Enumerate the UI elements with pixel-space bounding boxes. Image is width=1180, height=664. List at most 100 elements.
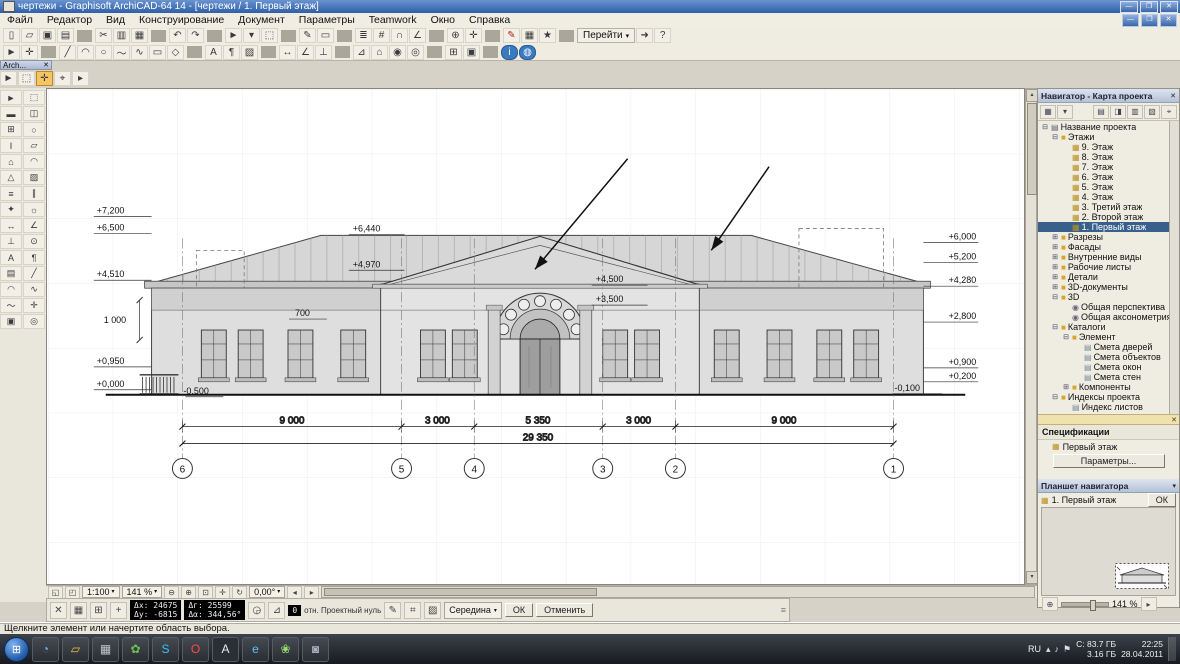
canvas-horizontal-scrollbar[interactable] [321, 586, 1035, 598]
level-dimension-icon[interactable]: ⊥ [315, 44, 332, 60]
tree-expander-icon[interactable]: ⊟ [1051, 133, 1059, 141]
nav-elevations[interactable]: ⊞ ■ Фасады [1038, 242, 1179, 252]
tree-expander-icon[interactable]: ⊟ [1051, 323, 1059, 331]
zoom-out-icon[interactable]: ⊖ [164, 585, 180, 599]
tool-window[interactable]: ⊞ [0, 122, 22, 137]
section-icon[interactable]: ⊿ [353, 44, 370, 60]
nav-axonometry[interactable]: ◉ Общая аксонометрия [1038, 312, 1179, 322]
tree-expander-icon[interactable]: ⊟ [1041, 123, 1049, 131]
tree-expander-icon[interactable]: ⊞ [1051, 283, 1059, 291]
taskbar-skype[interactable]: S [152, 636, 179, 662]
mdi-restore-button[interactable]: ❐ [1141, 14, 1158, 27]
paste-icon[interactable]: ▦ [131, 28, 148, 43]
menu-options[interactable]: Параметры [292, 14, 362, 26]
circle-icon[interactable]: ○ [95, 44, 112, 60]
markup-pen-icon[interactable]: ✎ [503, 28, 520, 43]
preview-current-item[interactable]: ▦ 1. Первый этаж ОК [1038, 493, 1179, 507]
tray-network-icon[interactable]: ⚑ [1063, 644, 1071, 655]
scrollbar-thumb[interactable] [324, 588, 597, 596]
taskbar-app-blue[interactable]: ◔ [32, 636, 59, 662]
orientation-selector[interactable]: 0,00° ▾ [249, 586, 286, 598]
tool-line[interactable]: ╱ [23, 266, 45, 281]
project-dropdown-icon[interactable]: ▾ [1057, 104, 1073, 119]
tool-shell[interactable]: ◠ [23, 154, 45, 169]
menu-window[interactable]: Окно [424, 14, 462, 26]
nav-story-1[interactable]: ▦ 1. Первый этаж [1038, 222, 1179, 232]
zoom-slider[interactable] [1061, 599, 1109, 611]
zoom-icon[interactable]: ⊕ [447, 28, 464, 43]
nav-element[interactable]: ⊟ ■ Элемент [1038, 332, 1179, 342]
publisher-icon[interactable]: ▧ [1144, 104, 1160, 119]
tree-expander-icon[interactable]: ⊞ [1062, 383, 1070, 391]
tool-beam[interactable]: Ι [0, 138, 22, 153]
pane-tabs-icon[interactable]: ◰ [65, 585, 80, 599]
hotspot-icon[interactable]: ✛ [21, 44, 38, 60]
next-view-icon[interactable]: ▸ [304, 585, 320, 599]
guideline-icon[interactable]: ∠ [409, 28, 426, 43]
nav-story-3[interactable]: ▦ 3. Третий этаж [1038, 202, 1179, 212]
taskbar-opera[interactable]: O [182, 636, 209, 662]
tool-arrow[interactable]: ► [0, 90, 22, 105]
dimension-icon[interactable]: ↔ [279, 44, 296, 60]
arrow-dropdown-icon[interactable]: ▾ [243, 28, 260, 43]
tool-angle-dimension[interactable]: ∠ [23, 218, 45, 233]
tree-expander-icon[interactable]: ⊞ [1051, 263, 1059, 271]
snap-grid-icon[interactable]: ⌗ [404, 601, 422, 619]
nav-story-8[interactable]: ▦ 8. Этаж [1038, 152, 1179, 162]
language-indicator[interactable]: RU [1028, 644, 1041, 654]
tree-scrollbar[interactable] [1169, 121, 1179, 414]
angle-dimension-icon[interactable]: ∠ [297, 44, 314, 60]
quick-select-icon[interactable]: ✛ [36, 71, 53, 86]
compass-icon[interactable]: ⊿ [268, 601, 286, 619]
taskbar-app-flower[interactable]: ✿ [122, 636, 149, 662]
pan-icon[interactable]: ✛ [215, 585, 231, 599]
taskbar-folder[interactable]: ▱ [62, 636, 89, 662]
show-desktop-button[interactable] [1168, 637, 1176, 661]
tool-wall[interactable]: ▬ [0, 106, 22, 121]
nav-perspective[interactable]: ◉ Общая перспектива [1038, 302, 1179, 312]
schedule-icon[interactable]: ▦ [521, 28, 538, 43]
tool-fill[interactable]: ▤ [0, 266, 22, 281]
close-tracker-icon[interactable]: ✕ [50, 601, 67, 619]
tool-figure[interactable]: ▣ [0, 314, 22, 329]
fit-in-window-icon[interactable]: ⊡ [198, 585, 214, 599]
close-icon[interactable]: ✕ [43, 61, 49, 69]
layers-icon[interactable]: ≣ [355, 28, 372, 43]
nav-story-9[interactable]: ▦ 9. Этаж [1038, 142, 1179, 152]
nav-story-4[interactable]: ▦ 4. Этаж [1038, 192, 1179, 202]
nav-door-schedule[interactable]: ▤ Смета дверей [1038, 342, 1179, 352]
tree-expander-icon[interactable]: ⊞ [1051, 253, 1059, 261]
tree-expander-icon[interactable]: ⊟ [1051, 293, 1059, 301]
tool-level-dimension[interactable]: ⊥ [0, 234, 22, 249]
column-grid-icon[interactable]: ⊞ [445, 44, 462, 60]
select-icon[interactable]: ► [3, 44, 20, 60]
zoom-lens-icon[interactable]: ⊕ [1042, 597, 1058, 611]
maximize-button[interactable]: ❐ [1140, 0, 1158, 13]
label-icon[interactable]: ¶ [223, 44, 240, 60]
arrow-tool-icon[interactable]: ► [225, 28, 242, 43]
new-icon[interactable]: ▯ [3, 28, 20, 43]
prev-view-icon[interactable]: ◂ [287, 585, 303, 599]
nav-components[interactable]: ⊞ ■ Компоненты [1038, 382, 1179, 392]
nav-project-indexes[interactable]: ⊟ ■ Индексы проекта [1038, 392, 1179, 402]
tool-zone[interactable]: ▨ [23, 170, 45, 185]
nav-story-2[interactable]: ▦ 2. Второй этаж [1038, 212, 1179, 222]
view-map-icon[interactable]: ◨ [1110, 104, 1126, 119]
menu-design[interactable]: Конструирование [132, 14, 231, 26]
nav-sheet-index[interactable]: ▤ Индекс листов [1038, 402, 1179, 412]
text-icon[interactable]: A [205, 44, 222, 60]
tool-arc[interactable]: ◠ [0, 282, 22, 297]
pane-split-icon[interactable]: ◱ [48, 585, 63, 599]
nav-sections[interactable]: ⊞ ■ Разрезы [1038, 232, 1179, 242]
arc-icon[interactable]: ◠ [77, 44, 94, 60]
tree-expander-icon[interactable]: ⊟ [1051, 393, 1059, 401]
tool-lamp[interactable]: ☼ [23, 202, 45, 217]
scrollbar-thumb[interactable] [1027, 103, 1037, 195]
close-icon[interactable]: ✕ [1170, 92, 1176, 100]
nav-interior-views[interactable]: ⊞ ■ Внутренние виды [1038, 252, 1179, 262]
grid-snap-icon[interactable]: ▦ [70, 601, 87, 619]
tray-expand-icon[interactable]: ▴ [1046, 644, 1051, 655]
cut-icon[interactable]: ✂ [95, 28, 112, 43]
grid-snap-icon[interactable]: # [373, 28, 390, 43]
hatch-icon[interactable]: ▨ [424, 601, 442, 619]
